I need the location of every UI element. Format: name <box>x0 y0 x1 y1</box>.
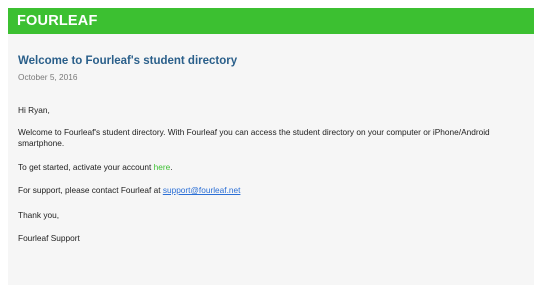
get-started-prefix: To get started, activate your account <box>18 161 154 172</box>
email-body: Welcome to Fourleaf's student directory … <box>8 34 534 285</box>
thanks-text: Thank you, <box>18 209 60 220</box>
activate-account-link[interactable]: here <box>154 162 171 172</box>
email-frame: FOURLEAF Welcome to Fourleaf's student d… <box>0 0 542 285</box>
get-started-suffix: . <box>170 161 173 172</box>
greeting-text: Hi Ryan, <box>18 105 50 115</box>
intro-paragraph: Welcome to Fourleaf's student directory.… <box>18 126 490 149</box>
support-prefix: For support, please contact Fourleaf at <box>18 185 163 195</box>
support-paragraph: For support, please contact Fourleaf at … <box>18 185 524 197</box>
signature-text: Fourleaf Support <box>18 233 80 243</box>
email-date: October 5, 2016 <box>18 72 78 82</box>
support-email-link[interactable]: support@fourleaf.net <box>163 185 241 195</box>
brand-logo-text: FOURLEAF <box>17 13 98 29</box>
email-title: Welcome to Fourleaf's student directory <box>18 55 238 67</box>
get-started-paragraph: To get started, activate your account he… <box>18 162 524 174</box>
header-bar: FOURLEAF <box>8 8 534 34</box>
